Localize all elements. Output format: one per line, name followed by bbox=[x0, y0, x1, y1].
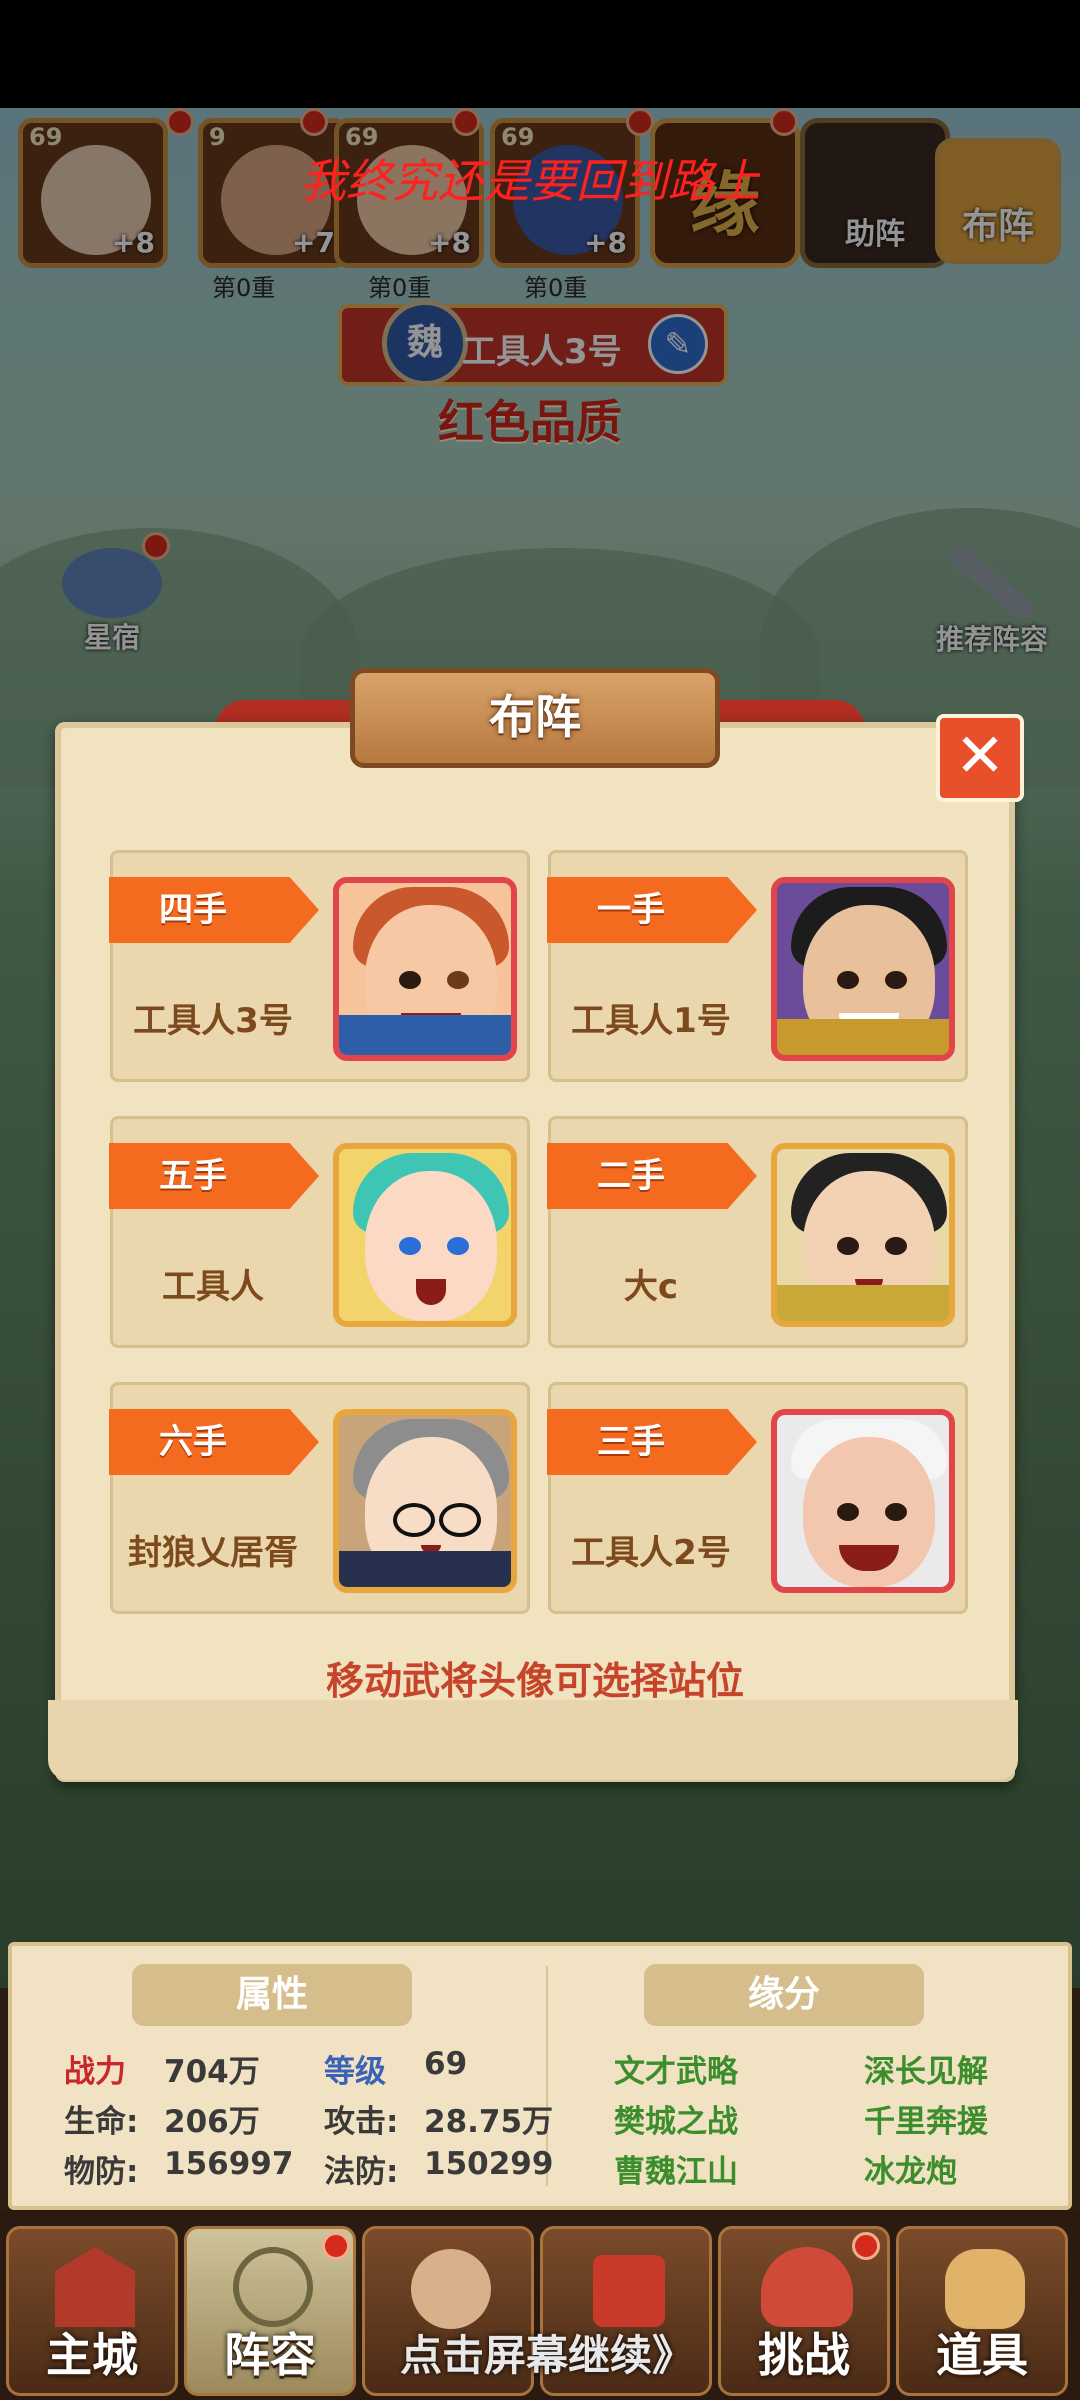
atk-label: 攻击: bbox=[324, 2104, 399, 2140]
hero-name: 工具人3号 bbox=[133, 1001, 293, 1041]
position-tag: 二手 bbox=[547, 1143, 757, 1209]
fate-item[interactable]: 曹魏江山 bbox=[614, 2146, 738, 2191]
hero-portrait[interactable] bbox=[333, 1143, 517, 1327]
hero-portrait[interactable] bbox=[333, 877, 517, 1061]
power-label: 战力 bbox=[64, 2054, 126, 2090]
formation-slot-5[interactable]: 五手 工具人 bbox=[109, 1116, 530, 1348]
scroll-curl bbox=[48, 1700, 1018, 1780]
fate-item[interactable]: 樊城之战 bbox=[614, 2096, 738, 2141]
pdef-value: 156997 bbox=[164, 2146, 294, 2182]
hero-name: 封狼乂居胥 bbox=[128, 1533, 298, 1573]
hero-name: 工具人 bbox=[162, 1267, 264, 1307]
formation-slot-4[interactable]: 四手 工具人3号 bbox=[109, 850, 530, 1082]
fate-item[interactable]: 冰龙炮 bbox=[864, 2146, 957, 2191]
power-value: 704万 bbox=[164, 2054, 260, 2090]
atk-value: 28.75万 bbox=[424, 2104, 554, 2140]
nav-items[interactable]: 道具 bbox=[896, 2226, 1068, 2396]
mdef-label: 法防: bbox=[324, 2154, 399, 2190]
fate-tab[interactable]: 缘分 bbox=[644, 1964, 924, 2026]
formation-slot-3[interactable]: 三手 工具人2号 bbox=[547, 1382, 968, 1614]
challenge-icon bbox=[761, 2247, 853, 2327]
nav-main-city[interactable]: 主城 bbox=[6, 2226, 178, 2396]
hp-value: 206万 bbox=[164, 2104, 260, 2140]
hero-portrait[interactable] bbox=[771, 1143, 955, 1327]
close-button[interactable]: ✕ bbox=[936, 714, 1024, 802]
position-tag: 四手 bbox=[109, 877, 319, 943]
hero-name: 工具人1号 bbox=[571, 1001, 731, 1041]
position-tag: 三手 bbox=[547, 1409, 757, 1475]
hero-name: 大c bbox=[623, 1267, 679, 1307]
tap-to-continue[interactable]: 点击屏幕继续》 bbox=[400, 2322, 694, 2383]
position-tag: 五手 bbox=[109, 1143, 319, 1209]
hero-name: 工具人2号 bbox=[571, 1533, 731, 1573]
hero-portrait[interactable] bbox=[333, 1409, 517, 1593]
fate-item[interactable]: 文才武略 bbox=[614, 2046, 738, 2091]
dialog-title: 布阵 bbox=[350, 668, 720, 768]
formation-slot-1[interactable]: 一手 工具人1号 bbox=[547, 850, 968, 1082]
fate-item[interactable]: 深长见解 bbox=[864, 2046, 988, 2091]
formation-slot-2[interactable]: 二手 大c bbox=[547, 1116, 968, 1348]
notification-dot bbox=[852, 2232, 880, 2260]
lineup-icon bbox=[233, 2247, 313, 2327]
hero-portrait[interactable] bbox=[771, 877, 955, 1061]
status-bar bbox=[0, 0, 1080, 108]
position-tag: 一手 bbox=[547, 877, 757, 943]
formation-hint: 移动武将头像可选择站位 bbox=[325, 1659, 744, 1703]
castle-icon bbox=[55, 2247, 135, 2327]
notification-dot bbox=[322, 2232, 350, 2260]
position-tag: 六手 bbox=[109, 1409, 319, 1475]
hp-label: 生命: bbox=[64, 2104, 139, 2140]
hero-icon bbox=[411, 2249, 491, 2329]
overlay-banner-text: 我终究还是要回到路上 bbox=[300, 154, 760, 208]
bag-icon bbox=[945, 2249, 1025, 2329]
level-label: 等级 bbox=[324, 2054, 386, 2090]
pdef-label: 物防: bbox=[64, 2154, 139, 2190]
gift-icon bbox=[593, 2255, 665, 2327]
fate-item[interactable]: 千里奔援 bbox=[864, 2096, 988, 2141]
attributes-tab[interactable]: 属性 bbox=[132, 1964, 412, 2026]
level-value: 69 bbox=[424, 2046, 468, 2082]
hero-portrait[interactable] bbox=[771, 1409, 955, 1593]
formation-slot-6[interactable]: 六手 封狼乂居胥 bbox=[109, 1382, 530, 1614]
info-panel: 属性 缘分 战力 704万 等级 69 生命: 206万 攻击: 28.75万 … bbox=[8, 1942, 1072, 2210]
mdef-value: 150299 bbox=[424, 2146, 554, 2182]
